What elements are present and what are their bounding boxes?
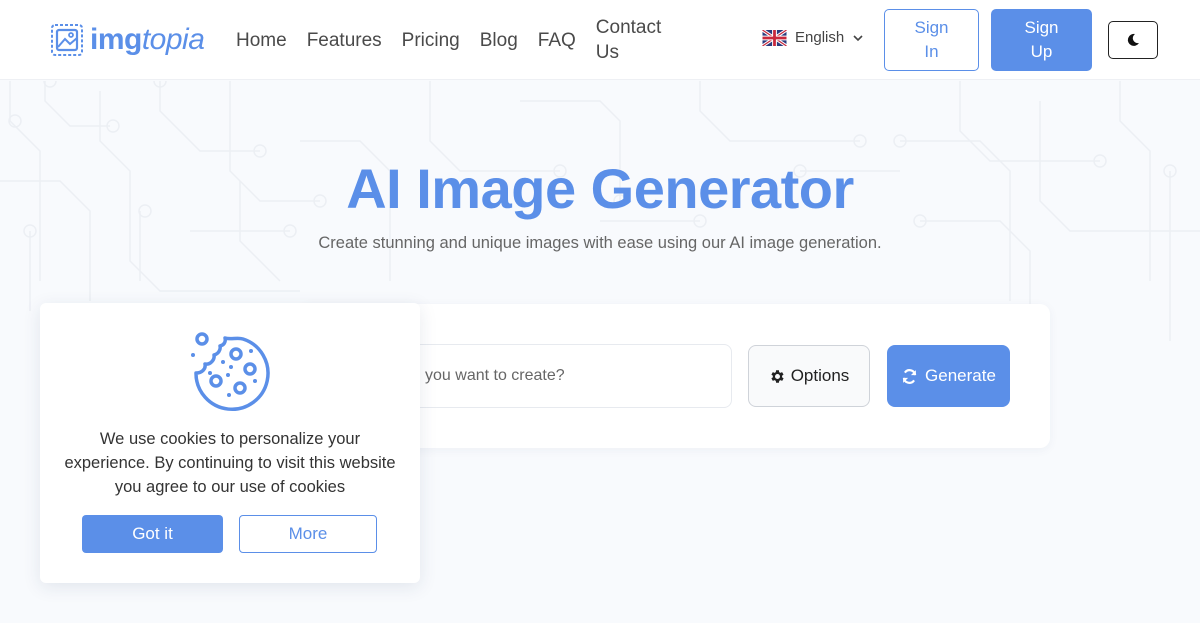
site-header: imgtopia Home Features Pricing Blog FAQ … [0,0,1200,80]
nav-pricing[interactable]: Pricing [402,28,460,53]
chevron-down-icon [853,34,863,41]
image-frame-icon [51,24,83,56]
nav-contact-us[interactable]: Contact Us [596,15,676,65]
logo[interactable]: imgtopia [50,20,205,60]
uk-flag-icon [762,29,787,46]
nav-features[interactable]: Features [307,28,382,53]
refresh-icon [902,368,917,384]
logo-text: imgtopia [90,23,205,56]
generate-label: Generate [925,366,996,385]
logo-text-italic: topia [141,23,205,56]
hero-title: AI Image Generator [346,157,854,220]
main-nav: Home Features Pricing Blog FAQ Contact U… [236,14,696,66]
cookie-message: We use cookies to personalize your exper… [64,430,396,496]
logo-text-bold: img [90,23,142,56]
sign-in-button[interactable]: Sign In [884,9,979,71]
options-button[interactable]: Options [748,345,870,407]
nav-blog[interactable]: Blog [480,28,518,53]
generate-button[interactable]: Generate [887,345,1010,407]
nav-faq[interactable]: FAQ [538,28,576,53]
dark-mode-toggle[interactable] [1108,21,1158,59]
cookie-more-button[interactable]: More [239,515,377,553]
options-label: Options [790,366,850,385]
cookie-icon [191,332,270,411]
gear-icon [771,369,784,383]
moon-icon [1127,33,1139,46]
sign-up-button[interactable]: Sign Up [991,9,1092,71]
language-selector[interactable]: English [762,29,864,46]
cookie-accept-button[interactable]: Got it [82,515,223,553]
nav-home[interactable]: Home [236,28,287,53]
hero-subtitle: Create stunning and unique images with e… [318,234,882,252]
language-label: English [795,29,845,46]
cookie-banner: We use cookies to personalize your exper… [40,303,420,583]
